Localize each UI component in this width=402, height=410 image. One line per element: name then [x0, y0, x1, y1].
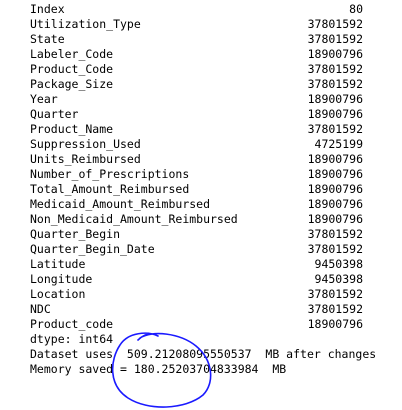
- series-row-name: Latitude: [30, 257, 86, 271]
- dataset-usage-line: Dataset uses 509.21208095550537 MB after…: [30, 347, 377, 361]
- series-row: Product_Name 37801592: [30, 122, 376, 137]
- series-row: Units_Reimbursed 18900796: [30, 152, 376, 167]
- series-row-value: 18900796: [307, 182, 363, 196]
- series-row-name: Year: [30, 92, 58, 106]
- series-row-name: Product_Code: [30, 62, 114, 76]
- series-row-name: Utilization_Type: [30, 17, 141, 31]
- series-row-value: 4725199: [314, 137, 363, 151]
- series-row-value: 18900796: [307, 197, 363, 211]
- series-row: Latitude 9450398: [30, 257, 376, 272]
- series-row-value: 37801592: [307, 32, 363, 46]
- series-row: Location 37801592: [30, 287, 376, 302]
- series-row-value: 18900796: [307, 47, 363, 61]
- series-row: NDC 37801592: [30, 302, 376, 317]
- series-row: Product_Code 37801592: [30, 62, 376, 77]
- series-row-value: 18900796: [307, 107, 363, 121]
- series-row-value: 18900796: [307, 212, 363, 226]
- series-row-value: 37801592: [307, 62, 363, 76]
- series-row-value: 37801592: [307, 227, 363, 241]
- series-row-name: Suppression_Used: [30, 137, 141, 151]
- series-row: Number_of_Prescriptions 18900796: [30, 167, 376, 182]
- dtype-line: dtype: int64: [30, 332, 114, 346]
- series-row: Quarter_Begin 37801592: [30, 227, 376, 242]
- series-row: Non_Medicaid_Amount_Reimbursed 18900796: [30, 212, 376, 227]
- memory-usage-series: Index 80 Utilization_Type 37801592 State 3780…: [30, 2, 376, 332]
- series-row-value: 9450398: [314, 257, 363, 271]
- series-row-name: Non_Medicaid_Amount_Reimbursed: [30, 212, 238, 226]
- series-row-name: Index: [30, 2, 65, 16]
- series-row-value: 37801592: [307, 302, 363, 316]
- series-row: State 37801592: [30, 32, 376, 47]
- series-row: Labeler_Code 18900796: [30, 47, 376, 62]
- series-row-value: 18900796: [307, 167, 363, 181]
- series-row-name: Product_Name: [30, 122, 114, 136]
- series-row: Package_Size 37801592: [30, 77, 376, 92]
- series-row-value: 37801592: [307, 122, 363, 136]
- series-row-value: 9450398: [314, 272, 363, 286]
- series-row-value: 37801592: [307, 242, 363, 256]
- console-output: Index 80 Utilization_Type 37801592 State 3780…: [30, 2, 376, 377]
- series-row-name: Package_Size: [30, 77, 114, 91]
- series-row: Year 18900796: [30, 92, 376, 107]
- series-row-value: 80: [349, 2, 363, 16]
- series-row-name: Location: [30, 287, 86, 301]
- series-row: Quarter 18900796: [30, 107, 376, 122]
- series-row-value: 37801592: [307, 77, 363, 91]
- series-row: Suppression_Used 4725199: [30, 137, 376, 152]
- series-row-value: 18900796: [307, 152, 363, 166]
- series-row: Index 80: [30, 2, 376, 17]
- series-row-value: 37801592: [307, 17, 363, 31]
- series-row: Longitude 9450398: [30, 272, 376, 287]
- series-row-name: Medicaid_Amount_Reimbursed: [30, 197, 211, 211]
- series-row-name: NDC: [30, 302, 51, 316]
- series-row: Quarter_Begin_Date 37801592: [30, 242, 376, 257]
- series-row: Utilization_Type 37801592: [30, 17, 376, 32]
- series-row-value: 18900796: [307, 317, 363, 331]
- series-row-name: Quarter_Begin: [30, 227, 121, 241]
- series-row-name: Longitude: [30, 272, 93, 286]
- series-row-name: Number_of_Prescriptions: [30, 167, 190, 181]
- series-row-name: Quarter: [30, 107, 79, 121]
- series-row-name: Product_code: [30, 317, 114, 331]
- series-row-name: Quarter_Begin_Date: [30, 242, 155, 256]
- series-row: Product_code 18900796: [30, 317, 376, 332]
- series-row-value: 18900796: [307, 92, 363, 106]
- series-row-name: Total_Amount_Reimbursed: [30, 182, 190, 196]
- series-row-value: 37801592: [307, 287, 363, 301]
- series-row: Total_Amount_Reimbursed 18900796: [30, 182, 376, 197]
- series-row-name: Labeler_Code: [30, 47, 114, 61]
- series-row-name: Units_Reimbursed: [30, 152, 141, 166]
- series-row: Medicaid_Amount_Reimbursed 18900796: [30, 197, 376, 212]
- series-row-name: State: [30, 32, 65, 46]
- memory-saved-line: Memory saved = 180.25203704833984 MB: [30, 362, 287, 376]
